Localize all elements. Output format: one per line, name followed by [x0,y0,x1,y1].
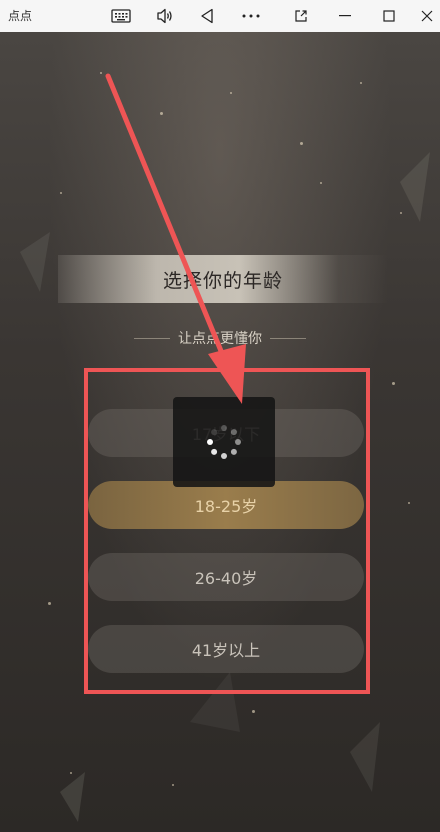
app-content: 选择你的年龄 让点点更懂你 17岁以下 18-25岁 26-40岁 41岁以上 [0,32,440,832]
keyboard-button[interactable] [104,0,138,32]
age-option-18-25[interactable]: 18-25岁 [88,481,364,529]
subtitle-row: 让点点更懂你 [120,326,320,350]
more-button[interactable] [234,0,268,32]
loading-spinner-icon [207,425,241,459]
window-title: 点点 [8,9,33,23]
volume-button[interactable] [148,0,182,32]
minimize-button[interactable] [328,0,362,32]
external-window-button[interactable] [284,0,318,32]
more-icon [242,14,260,18]
subtitle-divider-right [270,337,306,339]
close-icon [421,10,433,22]
maximize-button[interactable] [372,0,406,32]
title-banner: 选择你的年龄 [58,255,388,303]
age-option-41-plus[interactable]: 41岁以上 [88,625,364,673]
window-title-bar: 点点 [0,0,440,32]
back-button[interactable] [190,0,224,32]
keyboard-icon [111,9,131,23]
close-button[interactable] [410,0,440,32]
subtitle-divider-left [134,337,170,339]
external-icon [295,10,307,22]
back-icon [201,8,213,24]
loading-overlay [173,397,275,487]
page-subtitle: 让点点更懂你 [178,331,262,347]
age-option-26-40[interactable]: 26-40岁 [88,553,364,601]
page-title: 选择你的年龄 [162,269,283,292]
minimize-icon [339,15,351,17]
maximize-icon [383,10,395,22]
volume-icon [157,8,172,24]
